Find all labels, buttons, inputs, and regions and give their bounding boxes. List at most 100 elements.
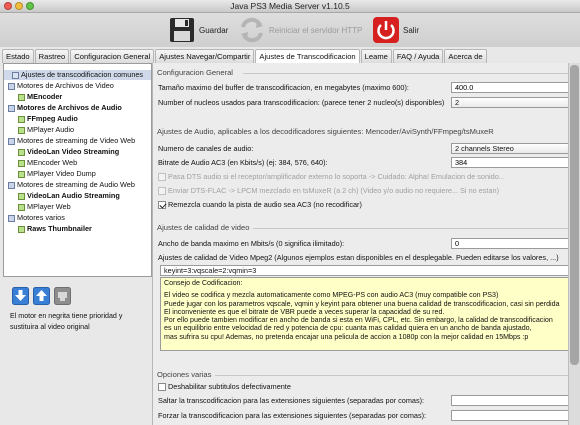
audio-channels-label: Numero de canales de audio: [158, 144, 254, 153]
close-window-button[interactable] [4, 2, 12, 10]
engine-icon [18, 225, 25, 233]
zoom-window-button[interactable] [26, 2, 34, 10]
toolbar: Guardar Reiniciar el servidor HTTP Salir [0, 13, 580, 47]
save-button[interactable]: Guardar [168, 16, 228, 44]
engine-icon [18, 93, 25, 101]
tree-item-videolan-video[interactable]: VideoLan Video Streaming [18, 147, 119, 157]
buffer-size-field[interactable] [451, 82, 576, 93]
remux-ac3-label: Remezcla cuando la pista de audio sea AC… [168, 200, 362, 209]
floppy-disk-icon [170, 18, 194, 42]
tip-line: Consejo de Codificacion: [164, 279, 243, 287]
restart-arrows-icon [241, 17, 263, 43]
engine-icon [18, 126, 25, 134]
bandwidth-label: Ancho de banda maximo en Mbits/s (0 sign… [158, 239, 345, 248]
disable-subtitles-checkbox[interactable] [158, 383, 166, 391]
dts-passthrough-checkbox[interactable] [158, 173, 166, 181]
settings-scrollbar[interactable] [568, 63, 580, 425]
folder-icon [8, 214, 15, 222]
window-title: Java PS3 Media Server v1.10.5 [230, 1, 350, 11]
folder-icon [8, 137, 15, 145]
tab-faq-ayuda[interactable]: FAQ / Ayuda [392, 49, 444, 63]
force-transcode-label: Forzar la transcodificacion para las ext… [158, 411, 427, 420]
restart-http-button[interactable]: Reiniciar el servidor HTTP [238, 16, 362, 44]
tree-item-raws-thumbnailer[interactable]: Raws Thumbnailer [18, 224, 92, 234]
engine-icon [18, 170, 25, 178]
section-misc-title: Opciones varias [157, 370, 212, 379]
save-button-label: Guardar [199, 25, 229, 35]
folder-icon [8, 82, 15, 90]
section-divider [243, 73, 576, 74]
audio-channels-select[interactable]: 2 channels Stereo▼ [451, 143, 576, 154]
tree-item-mencoder[interactable]: MEncoder [18, 92, 62, 102]
tab-leame[interactable]: Leame [360, 49, 392, 63]
tree-item-ffmpeg-audio[interactable]: FFmpeg Audio [18, 114, 78, 124]
disable-engine-button[interactable] [54, 287, 71, 305]
settings-icon [12, 71, 19, 79]
ac3-bitrate-label: Bitrate de Audio AC3 (en Kbits/s) (ej: 3… [158, 158, 328, 167]
tip-line: Puede jugar con los parametros vqscale, … [164, 299, 560, 308]
tab-configuracion-general[interactable]: Configuracion General [70, 49, 155, 63]
cores-label: Number of nucleos usados para transcodif… [158, 98, 445, 107]
tip-line: mas sufrira su cpu! Ademas, no pretenda … [164, 332, 529, 341]
tab-acerca-de[interactable]: Acerca de [444, 49, 487, 63]
tab-rastreo[interactable]: Rastreo [34, 49, 70, 63]
tip-line: El video se codifica y mezcla automatica… [164, 291, 499, 300]
tree-item-mencoder-web[interactable]: MEncoder Web [18, 158, 77, 168]
skip-transcode-field[interactable] [451, 395, 576, 406]
force-transcode-field[interactable] [451, 410, 576, 421]
quit-button-label: Salir [403, 25, 420, 35]
engine-icon [18, 159, 25, 167]
skip-transcode-label: Saltar la transcodificacion para las ext… [158, 396, 425, 405]
ac3-bitrate-field[interactable] [451, 157, 576, 168]
engines-tree: Ajustes de transcodificacion comunes Mot… [3, 63, 152, 277]
main-tabs: Estado Rastreo Configuracion General Aju… [0, 49, 580, 63]
dts-flac-checkbox[interactable] [158, 187, 166, 195]
scrollbar-thumb[interactable] [570, 65, 579, 365]
engine-icon [18, 148, 25, 156]
tree-item-videolan-audio[interactable]: VideoLan Audio Streaming [18, 191, 120, 201]
folder-icon [8, 104, 15, 112]
tree-item-mplayer-audio[interactable]: MPlayer Audio [18, 125, 74, 135]
section-video-title: Ajustes de calidad de video [157, 223, 250, 232]
tip-line: El inconveniente es que el bitrate de VB… [164, 307, 445, 316]
tree-item-mplayer-video-dump[interactable]: MPlayer Video Dump [18, 169, 96, 179]
tree-item-web-audio-engines[interactable]: Motores de streaming de Audio Web [8, 180, 135, 190]
section-general-title: Configuracion General [157, 68, 233, 77]
quit-button[interactable]: Salir [372, 16, 419, 44]
move-up-button[interactable] [33, 287, 50, 305]
section-divider [215, 375, 576, 376]
engine-icon [18, 192, 25, 200]
remux-ac3-checkbox[interactable] [158, 201, 166, 209]
mpeg2-quality-select[interactable]: keyint=3:vqscale=2:vqmin=3▼ [160, 265, 578, 276]
tree-item-audio-engines[interactable]: Motores de Archivos de Audio [8, 103, 122, 113]
encoding-tips-box: Consejo de Codificacion: El video se cod… [160, 277, 578, 351]
dts-flac-label: Enviar DTS-FLAC -> LPCM mezclado en tsMu… [168, 186, 500, 195]
tree-item-video-engines[interactable]: Motores de Archivos de Video [8, 81, 114, 91]
buffer-size-label: Tamaño maximo del buffer de transcodific… [158, 83, 409, 92]
tree-item-web-video-engines[interactable]: Motores de streaming de Video Web [8, 136, 135, 146]
section-divider [253, 228, 576, 229]
engine-icon [18, 203, 25, 211]
mpeg2-quality-label: Ajustes de calidad de Video Mpeg2 (Algun… [158, 253, 559, 262]
folder-icon [8, 181, 15, 189]
restart-http-label: Reiniciar el servidor HTTP [269, 25, 363, 35]
tab-estado[interactable]: Estado [2, 49, 34, 63]
tree-item-misc-engines[interactable]: Motores varios [8, 213, 65, 223]
minimize-window-button[interactable] [15, 2, 23, 10]
tree-item-mplayer-web[interactable]: MPlayer Web [18, 202, 71, 212]
priority-buttons [12, 287, 71, 305]
tip-line: Por ello puede tambien modificar en anch… [164, 316, 553, 325]
power-icon [373, 17, 399, 43]
bandwidth-field[interactable] [451, 238, 576, 249]
section-audio-title: Ajustes de Audio, aplicables a los decod… [157, 127, 494, 136]
cores-select[interactable]: 2▼ [451, 97, 576, 108]
tree-item-common-settings[interactable]: Ajustes de transcodificacion comunes [4, 70, 151, 80]
move-down-button[interactable] [12, 287, 29, 305]
engine-icon [18, 115, 25, 123]
tab-transcodificacion[interactable]: Ajustes de Transcodificacion [255, 49, 360, 63]
priority-note: El motor en negrita tiene prioridad y su… [10, 312, 123, 331]
dts-passthrough-label: Pasa DTS audio si el receptor/amplificad… [168, 172, 505, 181]
engines-panel: Ajustes de transcodificacion comunes Mot… [3, 63, 152, 425]
tab-navegar-compartir[interactable]: Ajustes Navegar/Compartir [155, 49, 255, 63]
settings-panel: Configuracion General Tamaño maximo del … [152, 63, 580, 425]
